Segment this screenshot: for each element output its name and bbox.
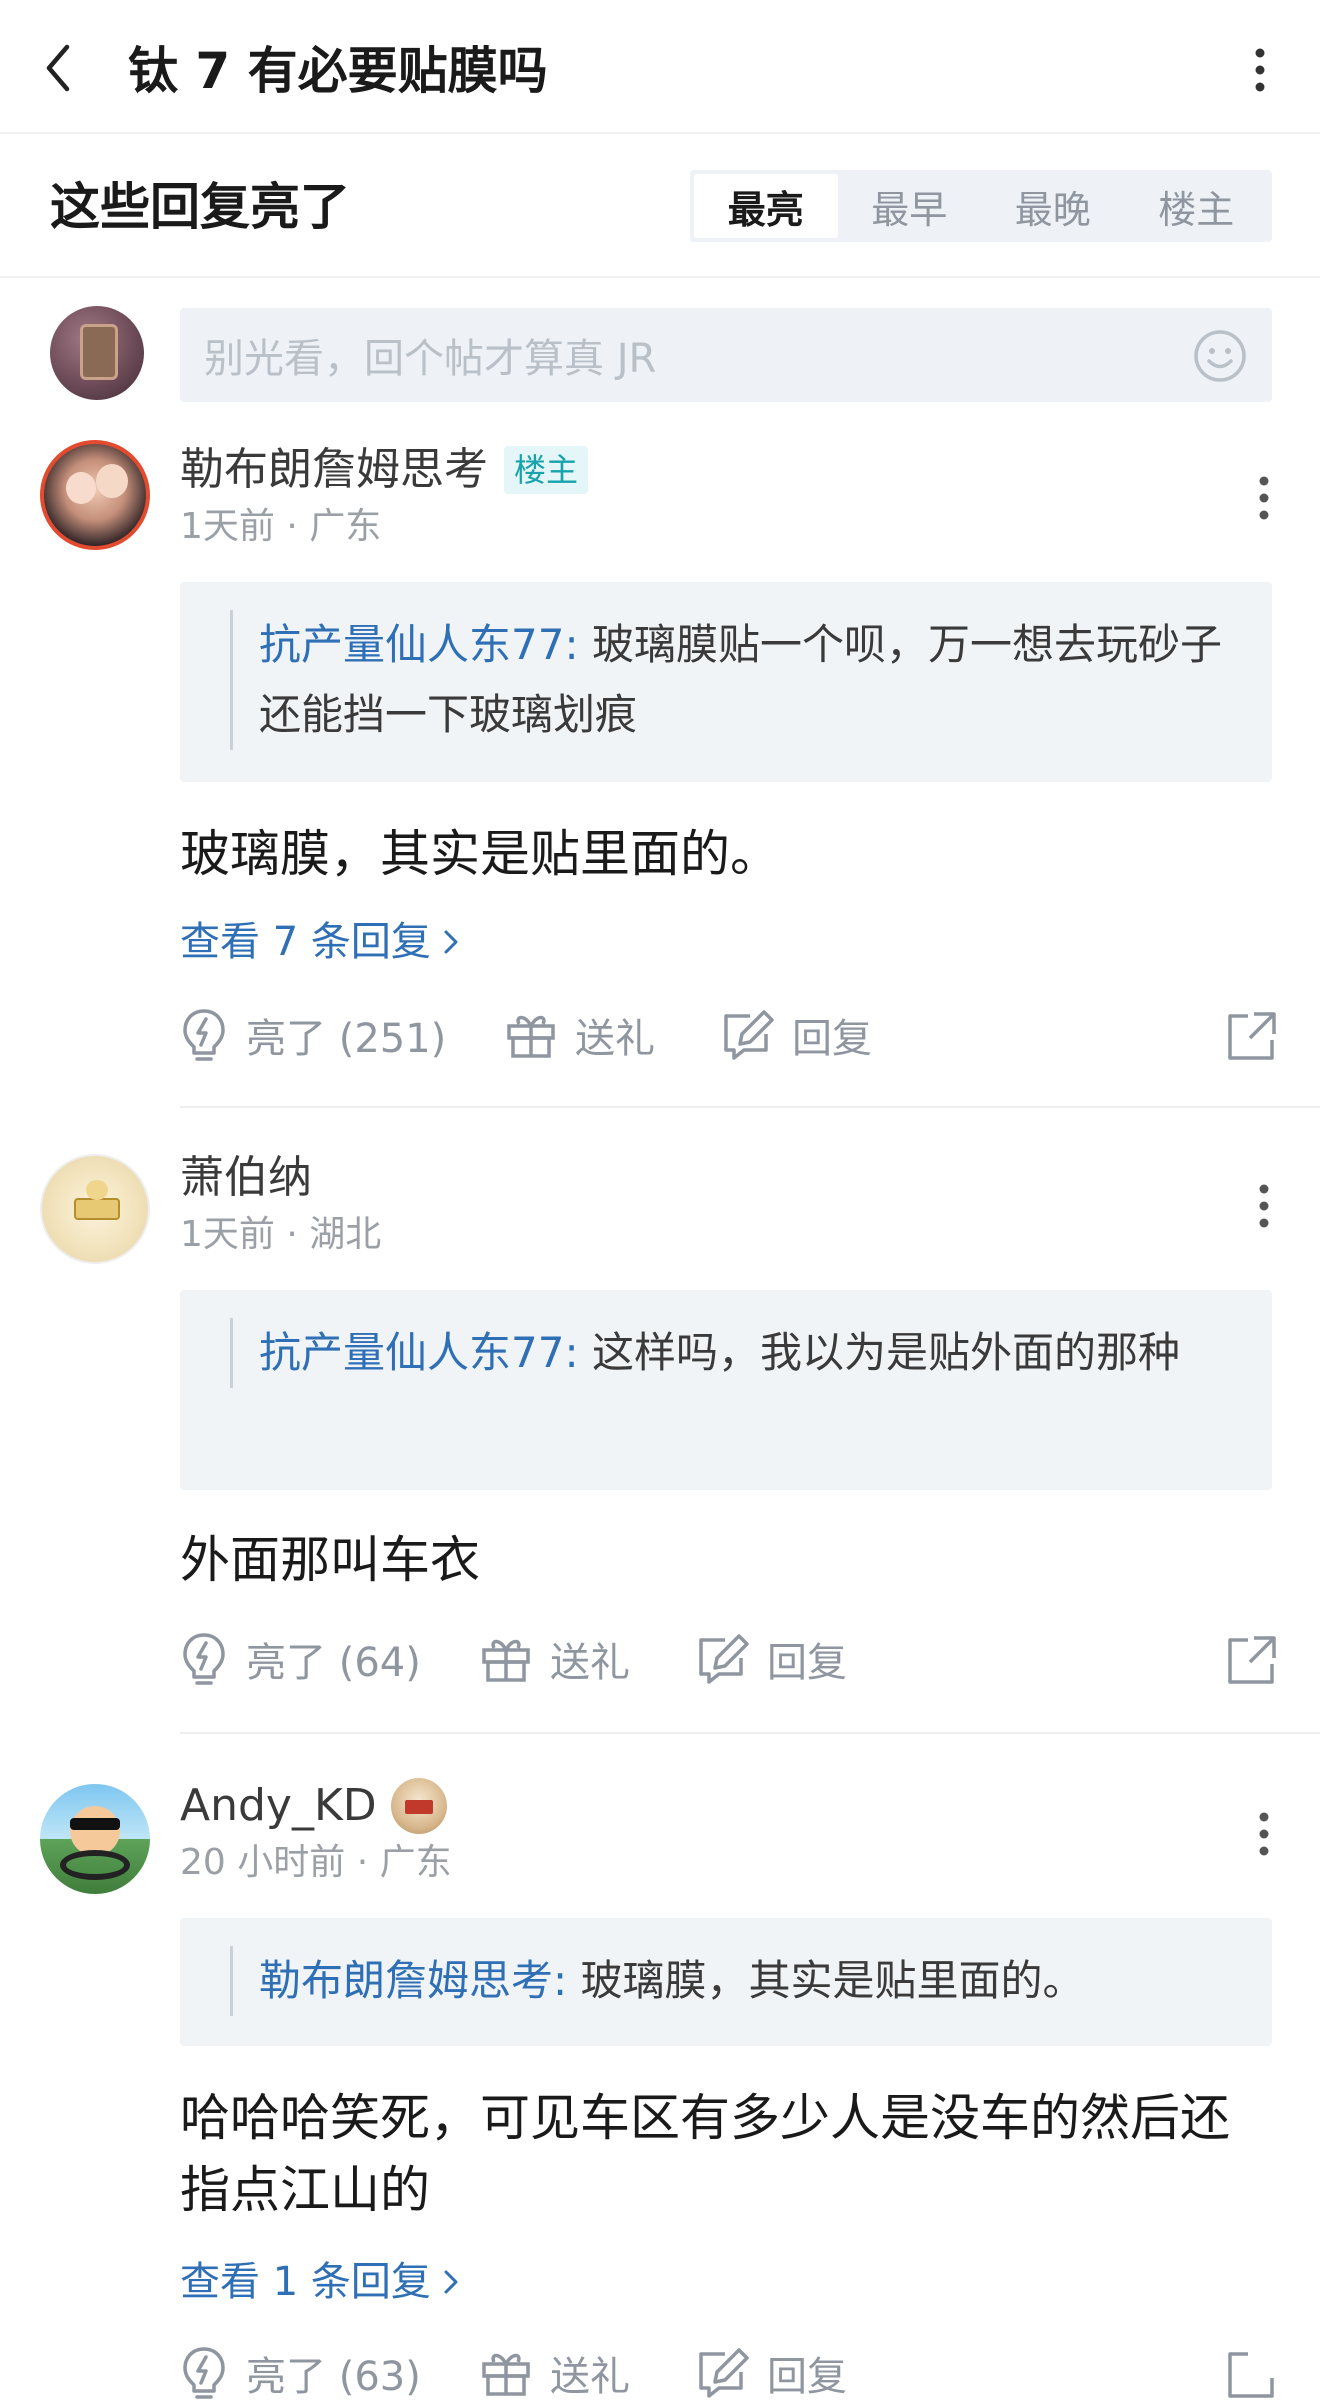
reply-label: 回复 bbox=[767, 1640, 847, 1686]
share-icon[interactable] bbox=[1224, 2346, 1280, 2402]
like-button[interactable]: 亮了 (64) bbox=[180, 1630, 480, 1688]
quoted-reply[interactable]: 抗产量仙人东77: 这样吗，我以为是贴外面的那种 bbox=[180, 1290, 1272, 1490]
view-replies-link[interactable]: 查看 7 条回复 bbox=[180, 914, 459, 970]
edit-icon bbox=[699, 2348, 749, 2398]
comment-meta: 1天前 · 湖北 bbox=[180, 1214, 382, 1255]
my-avatar[interactable] bbox=[50, 306, 144, 400]
username-row: 萧伯纳 bbox=[180, 1148, 312, 1208]
comment-more-button[interactable] bbox=[1244, 1804, 1284, 1864]
comment-text: 哈哈哈笑死，可见车区有多少人是没车的然后还指点江山的 bbox=[180, 2089, 1230, 2219]
smiley-icon[interactable] bbox=[1192, 328, 1248, 384]
share-icon[interactable] bbox=[1224, 1008, 1280, 1064]
reply-button[interactable]: 回复 bbox=[695, 2344, 847, 2402]
quote-author[interactable]: 抗产量仙人东77: bbox=[259, 1328, 579, 1377]
lightbulb-icon bbox=[183, 2347, 225, 2399]
username-row: 勒布朗詹姆思考 楼主 bbox=[180, 440, 589, 500]
sort-tab-op-only[interactable]: 楼主 bbox=[1125, 174, 1269, 238]
gift-label: 送礼 bbox=[550, 1640, 630, 1686]
comment-more-button[interactable] bbox=[1244, 468, 1284, 528]
gift-button[interactable]: 送礼 bbox=[480, 2344, 695, 2402]
quote-content: 抗产量仙人东77: 这样吗，我以为是贴外面的那种 bbox=[230, 1318, 1232, 1388]
like-count: 亮了 (63) bbox=[246, 2354, 421, 2400]
comment-item: 勒布朗詹姆思考 楼主 1天前 · 广东 抗产量仙人东77: 玻璃膜贴一个呗，万一… bbox=[0, 440, 1320, 1120]
more-vertical-icon bbox=[1259, 1184, 1269, 1228]
quote-content: 勒布朗詹姆思考: 玻璃膜，其实是贴里面的。 bbox=[230, 1946, 1232, 2016]
edit-icon bbox=[699, 1634, 749, 1684]
back-button[interactable] bbox=[36, 38, 80, 98]
op-badge: 楼主 bbox=[504, 446, 589, 494]
lightbulb-icon bbox=[183, 1009, 225, 1061]
comment-item: 萧伯纳 1天前 · 湖北 抗产量仙人东77: 这样吗，我以为是贴外面的那种 外面… bbox=[0, 1148, 1320, 1708]
user-medal-icon bbox=[390, 1778, 447, 1834]
quote-content: 抗产量仙人东77: 玻璃膜贴一个呗，万一想去玩砂子还能挡一下玻璃划痕 bbox=[230, 610, 1232, 750]
gift-icon bbox=[507, 1015, 555, 1058]
quote-text: 玻璃膜，其实是贴里面的。 bbox=[567, 1956, 1085, 2005]
gift-label: 送礼 bbox=[550, 2354, 630, 2400]
lightbulb-icon bbox=[183, 1633, 225, 1685]
sort-tab-latest[interactable]: 最晚 bbox=[981, 174, 1125, 238]
username[interactable]: Andy_KD bbox=[180, 1776, 377, 1836]
comment-more-button[interactable] bbox=[1244, 1176, 1284, 1236]
more-vertical-icon bbox=[1259, 1812, 1269, 1856]
sort-tab-earliest[interactable]: 最早 bbox=[838, 174, 982, 238]
quoted-reply[interactable]: 抗产量仙人东77: 玻璃膜贴一个呗，万一想去玩砂子还能挡一下玻璃划痕 bbox=[180, 582, 1272, 782]
reply-button[interactable]: 回复 bbox=[695, 1630, 847, 1688]
view-replies-label: 查看 7 条回复 bbox=[180, 919, 431, 965]
gift-label: 送礼 bbox=[575, 1016, 655, 1062]
quote-author[interactable]: 抗产量仙人东77: bbox=[259, 620, 579, 669]
section-title: 这些回复亮了 bbox=[50, 178, 350, 236]
reply-input-placeholder: 别光看，回个帖才算真 JR bbox=[204, 336, 657, 382]
comment-meta: 1天前 · 广东 bbox=[180, 506, 382, 547]
view-replies-link[interactable]: 查看 1 条回复 bbox=[180, 2254, 459, 2310]
reply-compose: 别光看，回个帖才算真 JR bbox=[0, 290, 1320, 420]
comment-text: 外面那叫车衣 bbox=[180, 1531, 480, 1589]
page-title: 钛 7 有必要贴膜吗 bbox=[128, 42, 548, 100]
quoted-reply[interactable]: 勒布朗詹姆思考: 玻璃膜，其实是贴里面的。 bbox=[180, 1918, 1272, 2046]
gift-icon bbox=[482, 1639, 530, 1682]
reply-label: 回复 bbox=[767, 2354, 847, 2400]
comment-meta: 20 小时前 · 广东 bbox=[180, 1842, 452, 1883]
avatar[interactable] bbox=[40, 1154, 150, 1264]
gift-icon bbox=[482, 2353, 530, 2396]
divider bbox=[180, 1732, 1320, 1734]
reply-input[interactable]: 别光看，回个帖才算真 JR bbox=[180, 308, 1272, 402]
comment-actions: 亮了 (251) 送礼 回复 bbox=[180, 1000, 1280, 1070]
reply-button[interactable]: 回复 bbox=[720, 1006, 872, 1064]
sort-tabs: 最亮 最早 最晚 楼主 bbox=[690, 170, 1272, 242]
more-options-button[interactable] bbox=[1240, 40, 1280, 100]
avatar[interactable] bbox=[40, 440, 150, 550]
quote-author[interactable]: 勒布朗詹姆思考: bbox=[259, 1956, 567, 2005]
edit-icon bbox=[724, 1010, 774, 1060]
more-vertical-icon bbox=[1255, 48, 1265, 92]
like-button[interactable]: 亮了 (63) bbox=[180, 2344, 480, 2402]
username-row: Andy_KD bbox=[180, 1776, 447, 1836]
comment-text: 玻璃膜，其实是贴里面的。 bbox=[180, 825, 780, 883]
username[interactable]: 萧伯纳 bbox=[180, 1148, 312, 1208]
chevron-left-icon bbox=[46, 44, 70, 92]
sort-section: 这些回复亮了 最亮 最早 最晚 楼主 bbox=[0, 136, 1320, 278]
like-count: 亮了 (64) bbox=[246, 1640, 421, 1686]
gift-button[interactable]: 送礼 bbox=[480, 1630, 695, 1688]
share-icon[interactable] bbox=[1224, 1632, 1280, 1688]
chevron-right-icon bbox=[444, 930, 458, 954]
like-button[interactable]: 亮了 (251) bbox=[180, 1006, 505, 1064]
more-vertical-icon bbox=[1259, 476, 1269, 520]
comment-actions: 亮了 (63) 送礼 回复 bbox=[180, 2338, 1280, 2402]
divider bbox=[180, 1106, 1320, 1108]
top-nav-bar: 钛 7 有必要贴膜吗 bbox=[0, 0, 1320, 134]
avatar[interactable] bbox=[40, 1784, 150, 1894]
chevron-right-icon bbox=[444, 2270, 458, 2294]
sort-tab-brightest[interactable]: 最亮 bbox=[694, 174, 838, 238]
comment-actions: 亮了 (64) 送礼 回复 bbox=[180, 1624, 1280, 1694]
quote-text: 这样吗，我以为是贴外面的那种 bbox=[578, 1328, 1180, 1377]
gift-button[interactable]: 送礼 bbox=[505, 1006, 720, 1064]
comment-item: Andy_KD 20 小时前 · 广东 勒布朗詹姆思考: 玻璃膜，其实是贴里面的… bbox=[0, 1776, 1320, 2402]
username[interactable]: 勒布朗詹姆思考 bbox=[180, 440, 488, 500]
reply-label: 回复 bbox=[792, 1016, 872, 1062]
like-count: 亮了 (251) bbox=[246, 1016, 447, 1062]
view-replies-label: 查看 1 条回复 bbox=[180, 2259, 431, 2305]
